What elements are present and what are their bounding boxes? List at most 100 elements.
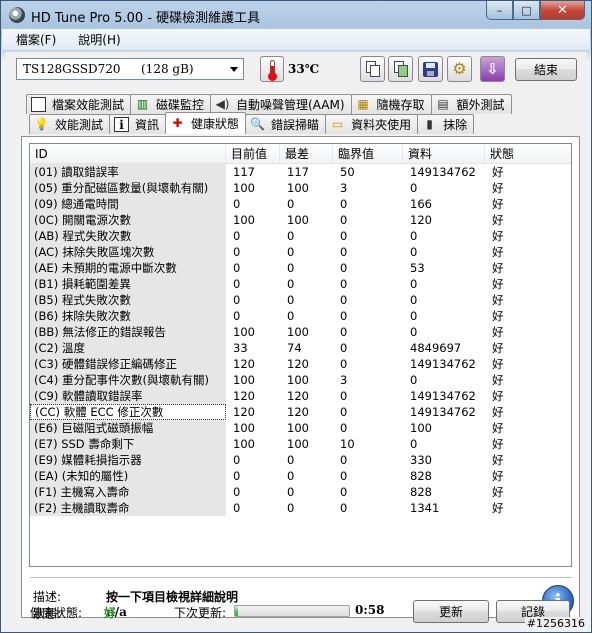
cell-id: (AE) 未預期的電源中斷次數 [30,260,226,276]
refresh-button[interactable]: 更新 [413,600,489,623]
tab-file-benchmark[interactable]: 檔案效能測試 [26,94,132,114]
cell-worst: 100 [287,421,309,435]
cell-worst: 0 [287,229,295,243]
cell-data: 0 [410,309,418,323]
table-row[interactable]: (E9) 媒體耗損指示器 0 0 0 330 好 [30,452,571,468]
exit-icon-button[interactable]: ⇩ [480,56,505,82]
tab-row-top: 檔案效能測試 ▥ 磁碟監控 ◀) 自動噪聲管理(AAM) ▦ 隨機存取 ▤ 額外測試 [26,94,512,114]
table-row[interactable]: (AE) 未預期的電源中斷次數 0 0 0 53 好 [30,260,571,276]
table-row[interactable]: (01) 讀取錯誤率 117 117 50 149134762 好 [30,164,571,180]
cell-threshold: 3 [340,181,348,195]
tab-benchmark[interactable]: 💡 效能測試 [29,114,111,134]
info-icon: i [114,117,130,132]
smart-attributes-table[interactable]: ID 目前值 最差 臨界值 資料 狀態 (01) 讀取錯誤率 117 117 50 14… [29,143,572,567]
magnifier-icon: 🔍 [250,117,266,131]
table-row[interactable]: (E6) 巨磁阻式磁頭振幅 100 100 0 100 好 [30,420,571,436]
column-header-current[interactable]: 目前值 [226,144,280,164]
lightbulb-icon: 💡 [34,117,49,131]
copy-screenshot-icon [393,61,408,77]
cell-current: 0 [233,501,241,515]
cell-worst: 100 [287,213,309,227]
tab-folder-usage[interactable]: ▭ 資料夾使用 [325,114,419,134]
trash-icon: ▮ [426,117,433,131]
copy-text-icon [365,61,380,77]
tab-aam[interactable]: ◀) 自動噪聲管理(AAM) [210,94,352,114]
cell-id: (AC) 抹除失敗區塊次數 [30,244,226,260]
tab-error-scan[interactable]: 🔍 錯誤掃瞄 [245,114,327,134]
title-bar[interactable]: HD Tune Pro 5.00 - 硬碟檢測維護工具 – □ ✕ [1,1,591,29]
table-row[interactable]: (C4) 重分配事件次數(與壞軌有關) 100 100 3 0 好 [30,372,571,388]
table-row[interactable]: (05) 重分配磁區數量(與壞軌有關) 100 100 3 0 好 [30,180,571,196]
cell-id: (05) 重分配磁區數量(與壞軌有關) [30,180,226,196]
table-row[interactable]: (F2) 主機讀取壽命 0 0 0 1341 好 [30,500,571,516]
drive-select[interactable]: TS128GSSD720 (128 gB) [16,58,244,80]
cell-status: 好 [492,373,504,387]
cell-threshold: 10 [340,437,355,451]
menu-help[interactable]: 說明(H) [78,31,120,48]
table-row[interactable]: (CC) 軟體 ECC 修正次數 120 120 0 149134762 好 [30,404,571,420]
table-row[interactable]: (B6) 抹除失敗次數 0 0 0 0 好 [30,308,571,324]
health-status-label: 健康狀態: [30,606,83,620]
table-row[interactable]: (0C) 開關電源次數 100 100 0 120 好 [30,212,571,228]
table-row[interactable]: (C2) 溫度 33 74 0 4849697 好 [30,340,571,356]
temperature-readout: 33℃ [288,62,320,76]
tab-erase[interactable]: ▮ 抹除 [417,114,475,134]
column-header-worst[interactable]: 最差 [280,144,333,164]
cell-current: 0 [233,453,241,467]
table-row[interactable]: (C9) 軟體讀取錯誤率 120 120 0 149134762 好 [30,388,571,404]
random-access-icon: ▦ [357,97,369,111]
cell-threshold: 0 [340,229,348,243]
maximize-button[interactable]: □ [513,1,540,20]
exit-button[interactable]: 結束 [515,58,577,81]
cell-status: 好 [492,469,504,483]
progress-fill [235,606,239,616]
tab-health[interactable]: ✚ 健康狀態 [165,112,247,134]
cell-id: (C4) 重分配事件次數(與壞軌有關) [30,372,226,388]
cell-worst: 0 [287,261,295,275]
cell-data: 0 [410,277,418,291]
menu-file[interactable]: 檔案(F) [16,31,56,48]
health-panel: ID 目前值 最差 臨界值 資料 狀態 (01) 讀取錯誤率 117 117 50 14… [21,136,580,621]
column-header-status[interactable]: 狀態 [485,144,571,164]
table-row[interactable]: (EA) (未知的屬性) 0 0 0 828 好 [30,468,571,484]
toolbar: TS128GSSD720 (128 gB) 33℃ ⚙ ⇩ 結束 [6,52,586,90]
table-body: (01) 讀取錯誤率 117 117 50 149134762 好 (05) 重分配磁區數量… [30,164,571,516]
table-row[interactable]: (09) 總通電時間 0 0 0 166 好 [30,196,571,212]
cell-status: 好 [492,213,504,227]
save-button[interactable] [418,56,443,82]
table-row[interactable]: (B5) 程式失敗次數 0 0 0 0 好 [30,292,571,308]
table-row[interactable]: (BB) 無法修正的錯誤報告 100 100 0 0 好 [30,324,571,340]
cell-data: 828 [410,485,432,499]
cell-current: 100 [233,325,255,339]
minimize-button[interactable]: – [486,1,513,20]
table-row[interactable]: (F1) 主機寫入壽命 0 0 0 828 好 [30,484,571,500]
cell-status: 好 [492,261,504,275]
cell-threshold: 50 [340,165,355,179]
tab-extra-tests[interactable]: ▤ 額外測試 [430,94,512,114]
speaker-icon: ◀) [215,97,230,111]
tab-random-access[interactable]: ▦ 隨機存取 [350,94,432,114]
cell-data: 100 [410,421,432,435]
copy-text-button[interactable] [360,56,385,82]
options-button[interactable]: ⚙ [447,56,472,82]
copy-screenshot-button[interactable] [388,56,413,82]
cell-current: 33 [233,341,248,355]
cell-threshold: 0 [340,469,348,483]
tab-info[interactable]: i 資訊 [109,114,167,134]
table-row[interactable]: (B1) 損耗範圍差異 0 0 0 0 好 [30,276,571,292]
cell-data: 149134762 [410,389,476,403]
column-header-id[interactable]: ID [30,144,226,164]
cell-threshold: 0 [340,309,348,323]
table-row[interactable]: (E7) SSD 壽命剩下 100 100 10 0 好 [30,436,571,452]
column-header-data[interactable]: 資料 [403,144,485,164]
column-header-threshold[interactable]: 臨界值 [333,144,403,164]
tab-disk-monitor[interactable]: ▥ 磁碟監控 [130,94,212,114]
table-row[interactable]: (AB) 程式失敗次數 0 0 0 0 好 [30,228,571,244]
close-button[interactable]: ✕ [540,1,585,20]
chevron-down-icon [230,67,238,72]
cell-worst: 120 [287,405,309,419]
cell-worst: 100 [287,437,309,451]
table-row[interactable]: (C3) 硬體錯誤修正編碼修正 120 120 0 149134762 好 [30,356,571,372]
table-row[interactable]: (AC) 抹除失敗區塊次數 0 0 0 0 好 [30,244,571,260]
cell-id: (E9) 媒體耗損指示器 [30,452,226,468]
